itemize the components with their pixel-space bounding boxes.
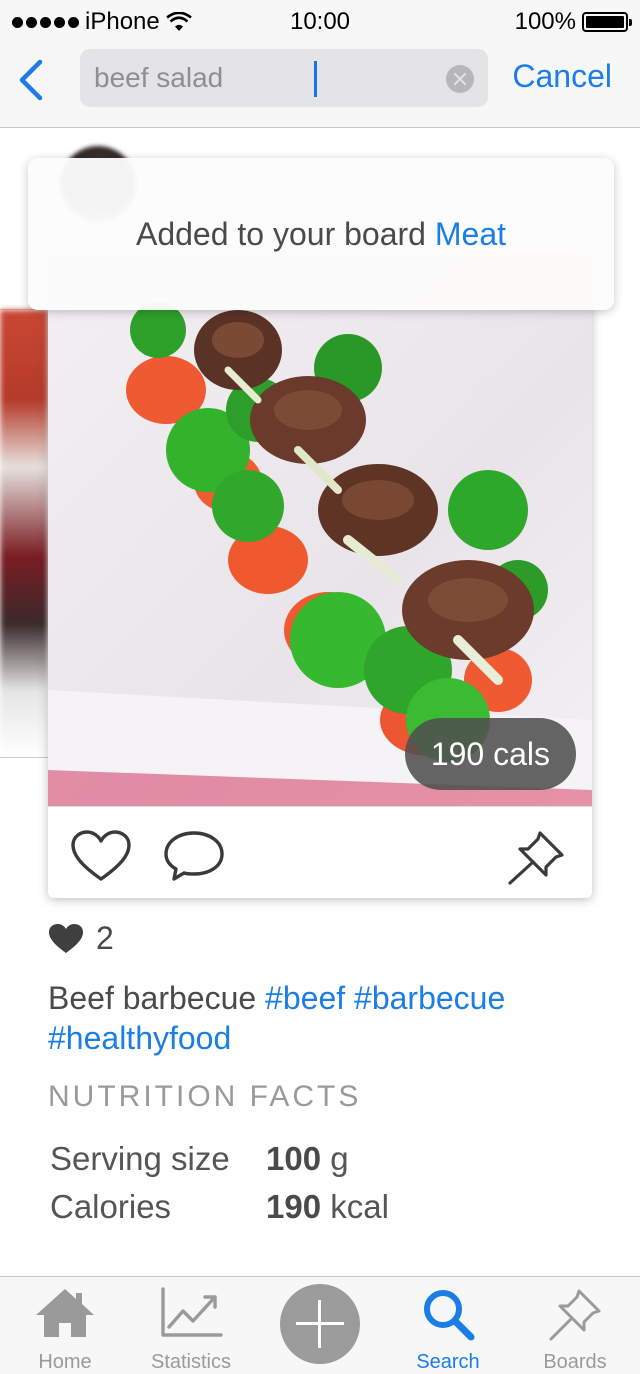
clear-search-icon[interactable] [446,65,474,93]
nutrition-unit: g [330,1140,349,1177]
adjacent-card-image[interactable] [0,310,48,758]
search-field[interactable] [80,49,488,107]
search-input[interactable] [94,59,434,97]
likes-row: 2 [48,920,114,957]
tab-statistics[interactable]: Statistics [138,1277,244,1374]
nutrition-row: Serving size 100 g [50,1140,349,1178]
nutrition-unit: kcal [330,1188,389,1225]
hashtag-link[interactable]: #barbecue [354,980,505,1016]
tab-label: Search [416,1351,480,1373]
nutrition-label: Calories [50,1188,172,1225]
recipe-card[interactable]: 190 cals [48,250,592,898]
nutrition-value: 190 [266,1188,322,1225]
status-bar: iPhone 10:00 100% [0,0,640,42]
nutrition-title: NUTRITION FACTS [48,1080,362,1113]
nutrition-label: Serving size [50,1140,230,1177]
divider [0,757,48,758]
add-button[interactable] [280,1284,360,1364]
added-to-board-toast[interactable]: Added to your board Meat [28,158,614,310]
tab-label: Boards [543,1351,607,1373]
home-icon [36,1289,94,1337]
search-icon [424,1290,475,1341]
tab-label: Home [38,1351,92,1373]
calories-badge: 190 cals [404,718,576,790]
heart-icon[interactable] [70,829,132,883]
statistics-icon [161,1287,223,1337]
toast-board-link[interactable]: Meat [435,216,506,252]
tab-search[interactable]: Search [404,1277,492,1374]
food-photo[interactable]: 190 cals [48,250,592,806]
battery-percent: 100% [514,8,576,35]
hashtag-link[interactable]: #beef [265,980,345,1016]
cancel-button[interactable]: Cancel [512,58,612,95]
toast-message: Added to your board Meat [28,216,614,253]
nutrition-value: 100 [266,1140,322,1177]
search-header: Cancel [0,42,640,128]
pin-icon [549,1289,601,1341]
battery-icon [582,12,632,32]
tab-home[interactable]: Home [14,1277,116,1374]
tab-boards[interactable]: Boards [530,1277,620,1374]
likes-count: 2 [96,920,114,956]
card-actions [48,806,592,898]
pin-icon[interactable] [506,829,566,885]
post-caption: Beef barbecue #beef #barbecue #healthyfoo… [48,978,608,1058]
hashtag-link[interactable]: #healthyfood [48,1020,231,1056]
battery-area: 100% [514,8,632,36]
caption-text: Beef barbecue [48,980,266,1016]
back-chevron-icon[interactable] [14,58,50,102]
comment-icon[interactable] [162,829,226,883]
tab-label: Statistics [150,1351,232,1373]
text-caret [314,61,317,97]
toast-prefix: Added to your board [135,216,435,252]
nutrition-row: Calories 190 kcal [50,1188,389,1226]
filled-heart-icon [49,923,83,953]
